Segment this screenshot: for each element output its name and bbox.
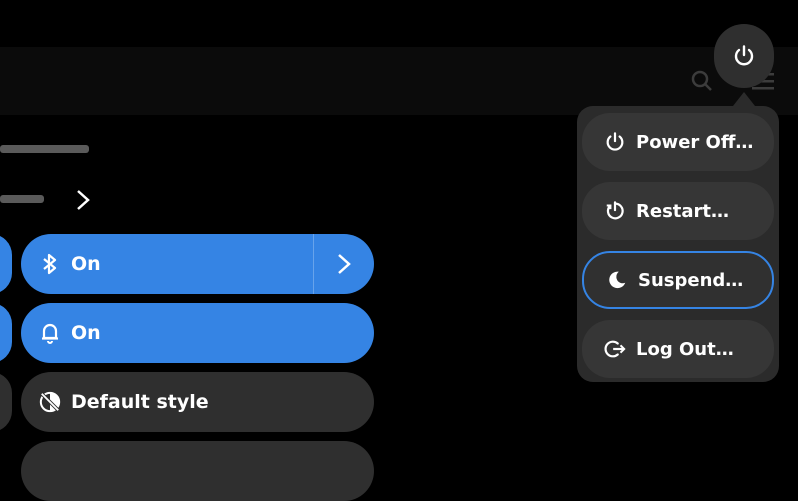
menu-caret	[733, 92, 755, 106]
search-icon[interactable]	[690, 69, 714, 97]
bluetooth-tile-label: On	[71, 253, 101, 275]
dark-style-icon	[39, 391, 61, 413]
restart-icon	[604, 200, 626, 222]
bluetooth-icon	[39, 253, 61, 275]
power-off-item[interactable]: Power Off…	[582, 113, 774, 171]
log-out-label: Log Out…	[636, 338, 734, 360]
chevron-right-icon[interactable]	[75, 188, 91, 216]
moon-icon	[606, 269, 628, 291]
logout-icon	[604, 338, 626, 360]
power-button[interactable]	[714, 24, 774, 88]
bluetooth-expand-button[interactable]	[313, 234, 374, 294]
bell-icon	[39, 322, 61, 344]
volume-slider-track[interactable]	[0, 145, 89, 153]
power-icon	[734, 45, 754, 66]
app-header	[0, 47, 798, 115]
restart-item[interactable]: Restart…	[582, 182, 774, 240]
restart-label: Restart…	[636, 200, 730, 222]
log-out-item[interactable]: Log Out…	[582, 320, 774, 378]
power-off-label: Power Off…	[636, 131, 754, 153]
suspend-item[interactable]: Suspend…	[582, 251, 774, 309]
notifications-tile-label: On	[71, 322, 101, 344]
tile-partial-bottom[interactable]	[21, 441, 374, 501]
style-tile[interactable]: Default style	[21, 372, 374, 432]
power-icon	[604, 131, 626, 153]
brightness-slider-track[interactable]	[0, 195, 44, 203]
style-tile-label: Default style	[71, 391, 209, 413]
notifications-tile[interactable]: On	[21, 303, 374, 363]
wifi-tile-partial[interactable]	[0, 234, 12, 294]
power-mode-tile-partial[interactable]	[0, 303, 12, 363]
bluetooth-tile[interactable]: On	[21, 234, 374, 294]
suspend-label: Suspend…	[638, 269, 744, 291]
tile-partial[interactable]	[0, 372, 12, 432]
power-menu: Power Off… Restart… Suspend… Log Out…	[577, 106, 779, 382]
